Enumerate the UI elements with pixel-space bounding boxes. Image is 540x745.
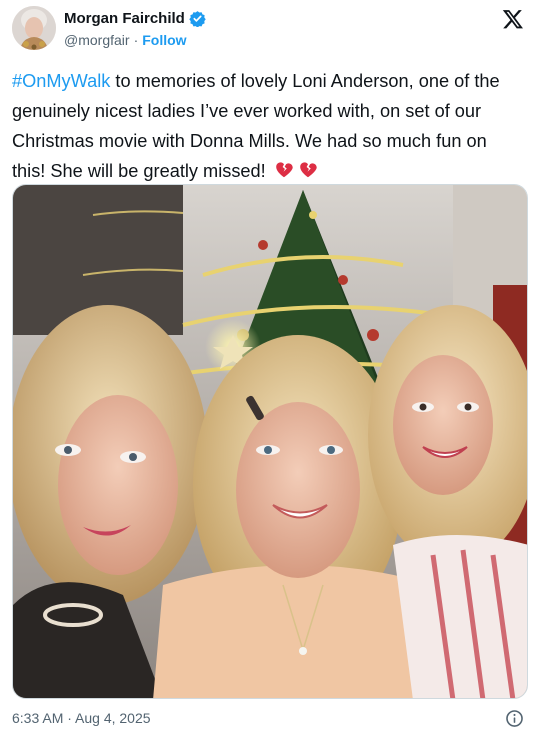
author-handle[interactable]: @morgfair: [64, 32, 130, 48]
tweet-timestamp[interactable]: 6:33 AM · Aug 4, 2025: [12, 710, 151, 726]
tweet-text: #OnMyWalk to memories of lovely Loni And…: [12, 66, 522, 186]
follow-button[interactable]: Follow: [142, 32, 186, 48]
broken-heart-icon: [297, 158, 319, 180]
broken-heart-icon: [273, 158, 295, 180]
author-handle-row: @morgfair · Follow: [64, 32, 187, 48]
x-logo-icon[interactable]: [502, 8, 524, 30]
hashtag-link[interactable]: #OnMyWalk: [12, 71, 110, 91]
author-name-row: Morgan Fairchild: [64, 10, 206, 28]
avatar[interactable]: [12, 6, 56, 50]
separator-dot: ·: [133, 32, 139, 48]
tweet-header: Morgan Fairchild @morgfair · Follow: [12, 6, 528, 56]
verified-badge-icon: [189, 10, 206, 28]
author-name[interactable]: Morgan Fairchild: [64, 10, 185, 27]
info-icon[interactable]: [505, 709, 524, 728]
tweet-photo[interactable]: [12, 184, 528, 699]
tweet-footer: 6:33 AM · Aug 4, 2025: [12, 708, 528, 730]
tweet-embed-card: Morgan Fairchild @morgfair · Follow #OnM…: [0, 0, 540, 745]
